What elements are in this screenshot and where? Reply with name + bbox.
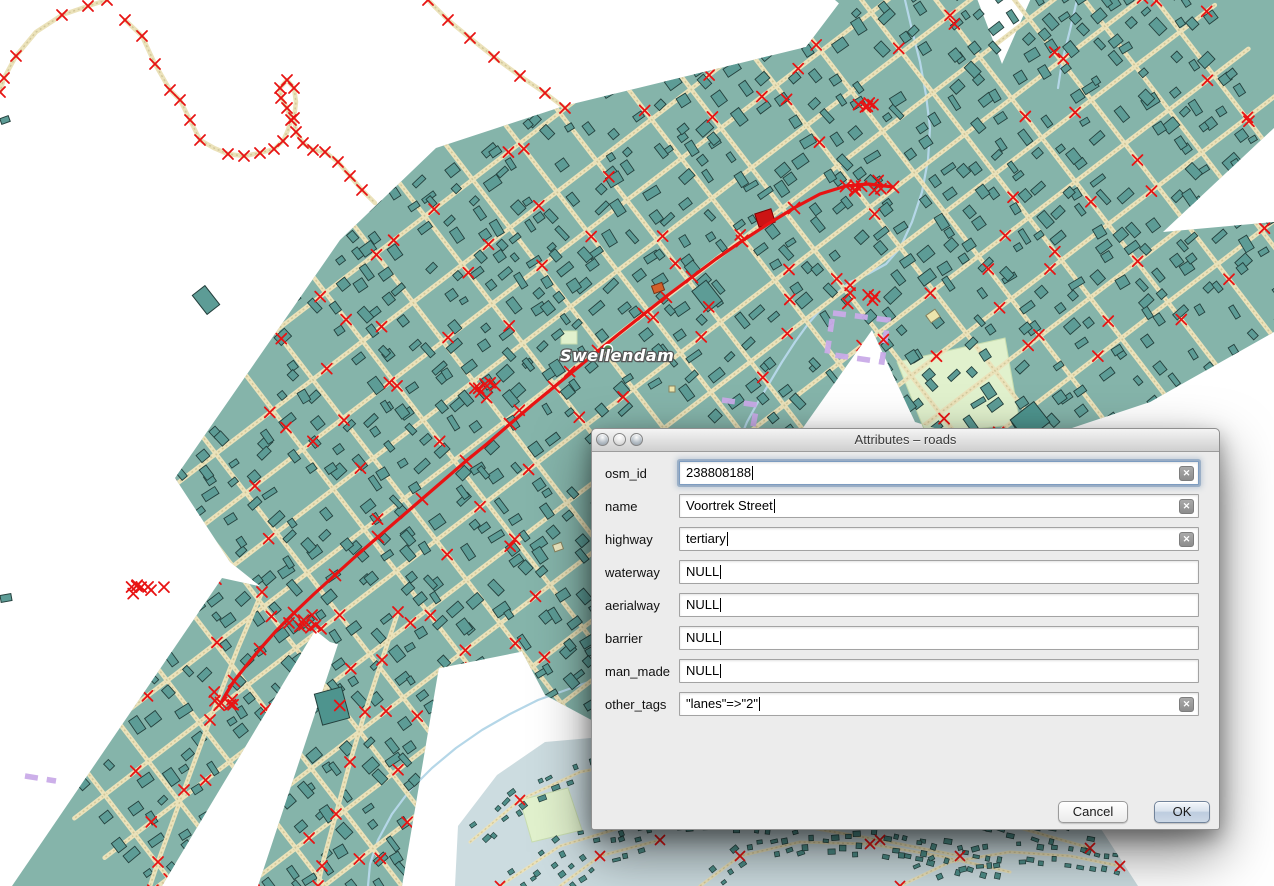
attribute-row-waterway: waterway NULL [592, 560, 1219, 584]
window-titlebar[interactable]: Attributes – roads [592, 429, 1219, 452]
field-value: NULL [680, 597, 719, 612]
attribute-row-man_made: man_made NULL [592, 659, 1219, 683]
field-label: highway [605, 532, 679, 547]
field-input-waterway[interactable]: NULL [679, 560, 1199, 584]
text-cursor [720, 598, 721, 612]
field-input-other_tags[interactable]: "lanes"=>"2" ✕ [679, 692, 1199, 716]
attributes-dialog: Attributes – roads osm_id 238808188 ✕ na… [591, 428, 1220, 830]
text-cursor [720, 631, 721, 645]
text-cursor [774, 499, 775, 513]
cancel-button[interactable]: Cancel [1058, 801, 1128, 823]
text-cursor [720, 565, 721, 579]
clear-field-icon[interactable]: ✕ [1179, 499, 1194, 514]
text-cursor [759, 697, 760, 711]
field-value: tertiary [680, 531, 726, 546]
field-label: barrier [605, 631, 679, 646]
field-input-name[interactable]: Voortrek Street ✕ [679, 494, 1199, 518]
text-cursor [727, 532, 728, 546]
attribute-form: osm_id 238808188 ✕ name Voortrek Street … [592, 452, 1219, 716]
attribute-row-osm_id: osm_id 238808188 ✕ [592, 461, 1219, 485]
attribute-row-aerialway: aerialway NULL [592, 593, 1219, 617]
field-input-osm_id[interactable]: 238808188 ✕ [679, 461, 1199, 485]
field-value: NULL [680, 663, 719, 678]
field-label: name [605, 499, 679, 514]
clear-field-icon[interactable]: ✕ [1179, 532, 1194, 547]
field-label: man_made [605, 664, 679, 679]
clear-field-icon[interactable]: ✕ [1179, 697, 1194, 712]
window-title: Attributes – roads [592, 429, 1219, 451]
field-input-man_made[interactable]: NULL [679, 659, 1199, 683]
field-input-aerialway[interactable]: NULL [679, 593, 1199, 617]
field-label: osm_id [605, 466, 679, 481]
field-label: aerialway [605, 598, 679, 613]
clear-field-icon[interactable]: ✕ [1179, 466, 1194, 481]
ok-button[interactable]: OK [1154, 801, 1210, 823]
map-place-label: Swellendam [560, 346, 674, 365]
field-value: NULL [680, 564, 719, 579]
field-value: Voortrek Street [680, 498, 773, 513]
attribute-row-other_tags: other_tags "lanes"=>"2" ✕ [592, 692, 1219, 716]
close-window-icon[interactable] [596, 433, 609, 446]
field-label: other_tags [605, 697, 679, 712]
field-value: "lanes"=>"2" [680, 696, 758, 711]
field-value: 238808188 [680, 465, 751, 480]
attribute-row-name: name Voortrek Street ✕ [592, 494, 1219, 518]
field-label: waterway [605, 565, 679, 580]
field-input-barrier[interactable]: NULL [679, 626, 1199, 650]
text-cursor [720, 664, 721, 678]
zoom-window-icon[interactable] [630, 433, 643, 446]
field-input-highway[interactable]: tertiary ✕ [679, 527, 1199, 551]
attribute-row-highway: highway tertiary ✕ [592, 527, 1219, 551]
minimize-window-icon[interactable] [613, 433, 626, 446]
text-cursor [752, 466, 753, 480]
attribute-row-barrier: barrier NULL [592, 626, 1219, 650]
field-value: NULL [680, 630, 719, 645]
